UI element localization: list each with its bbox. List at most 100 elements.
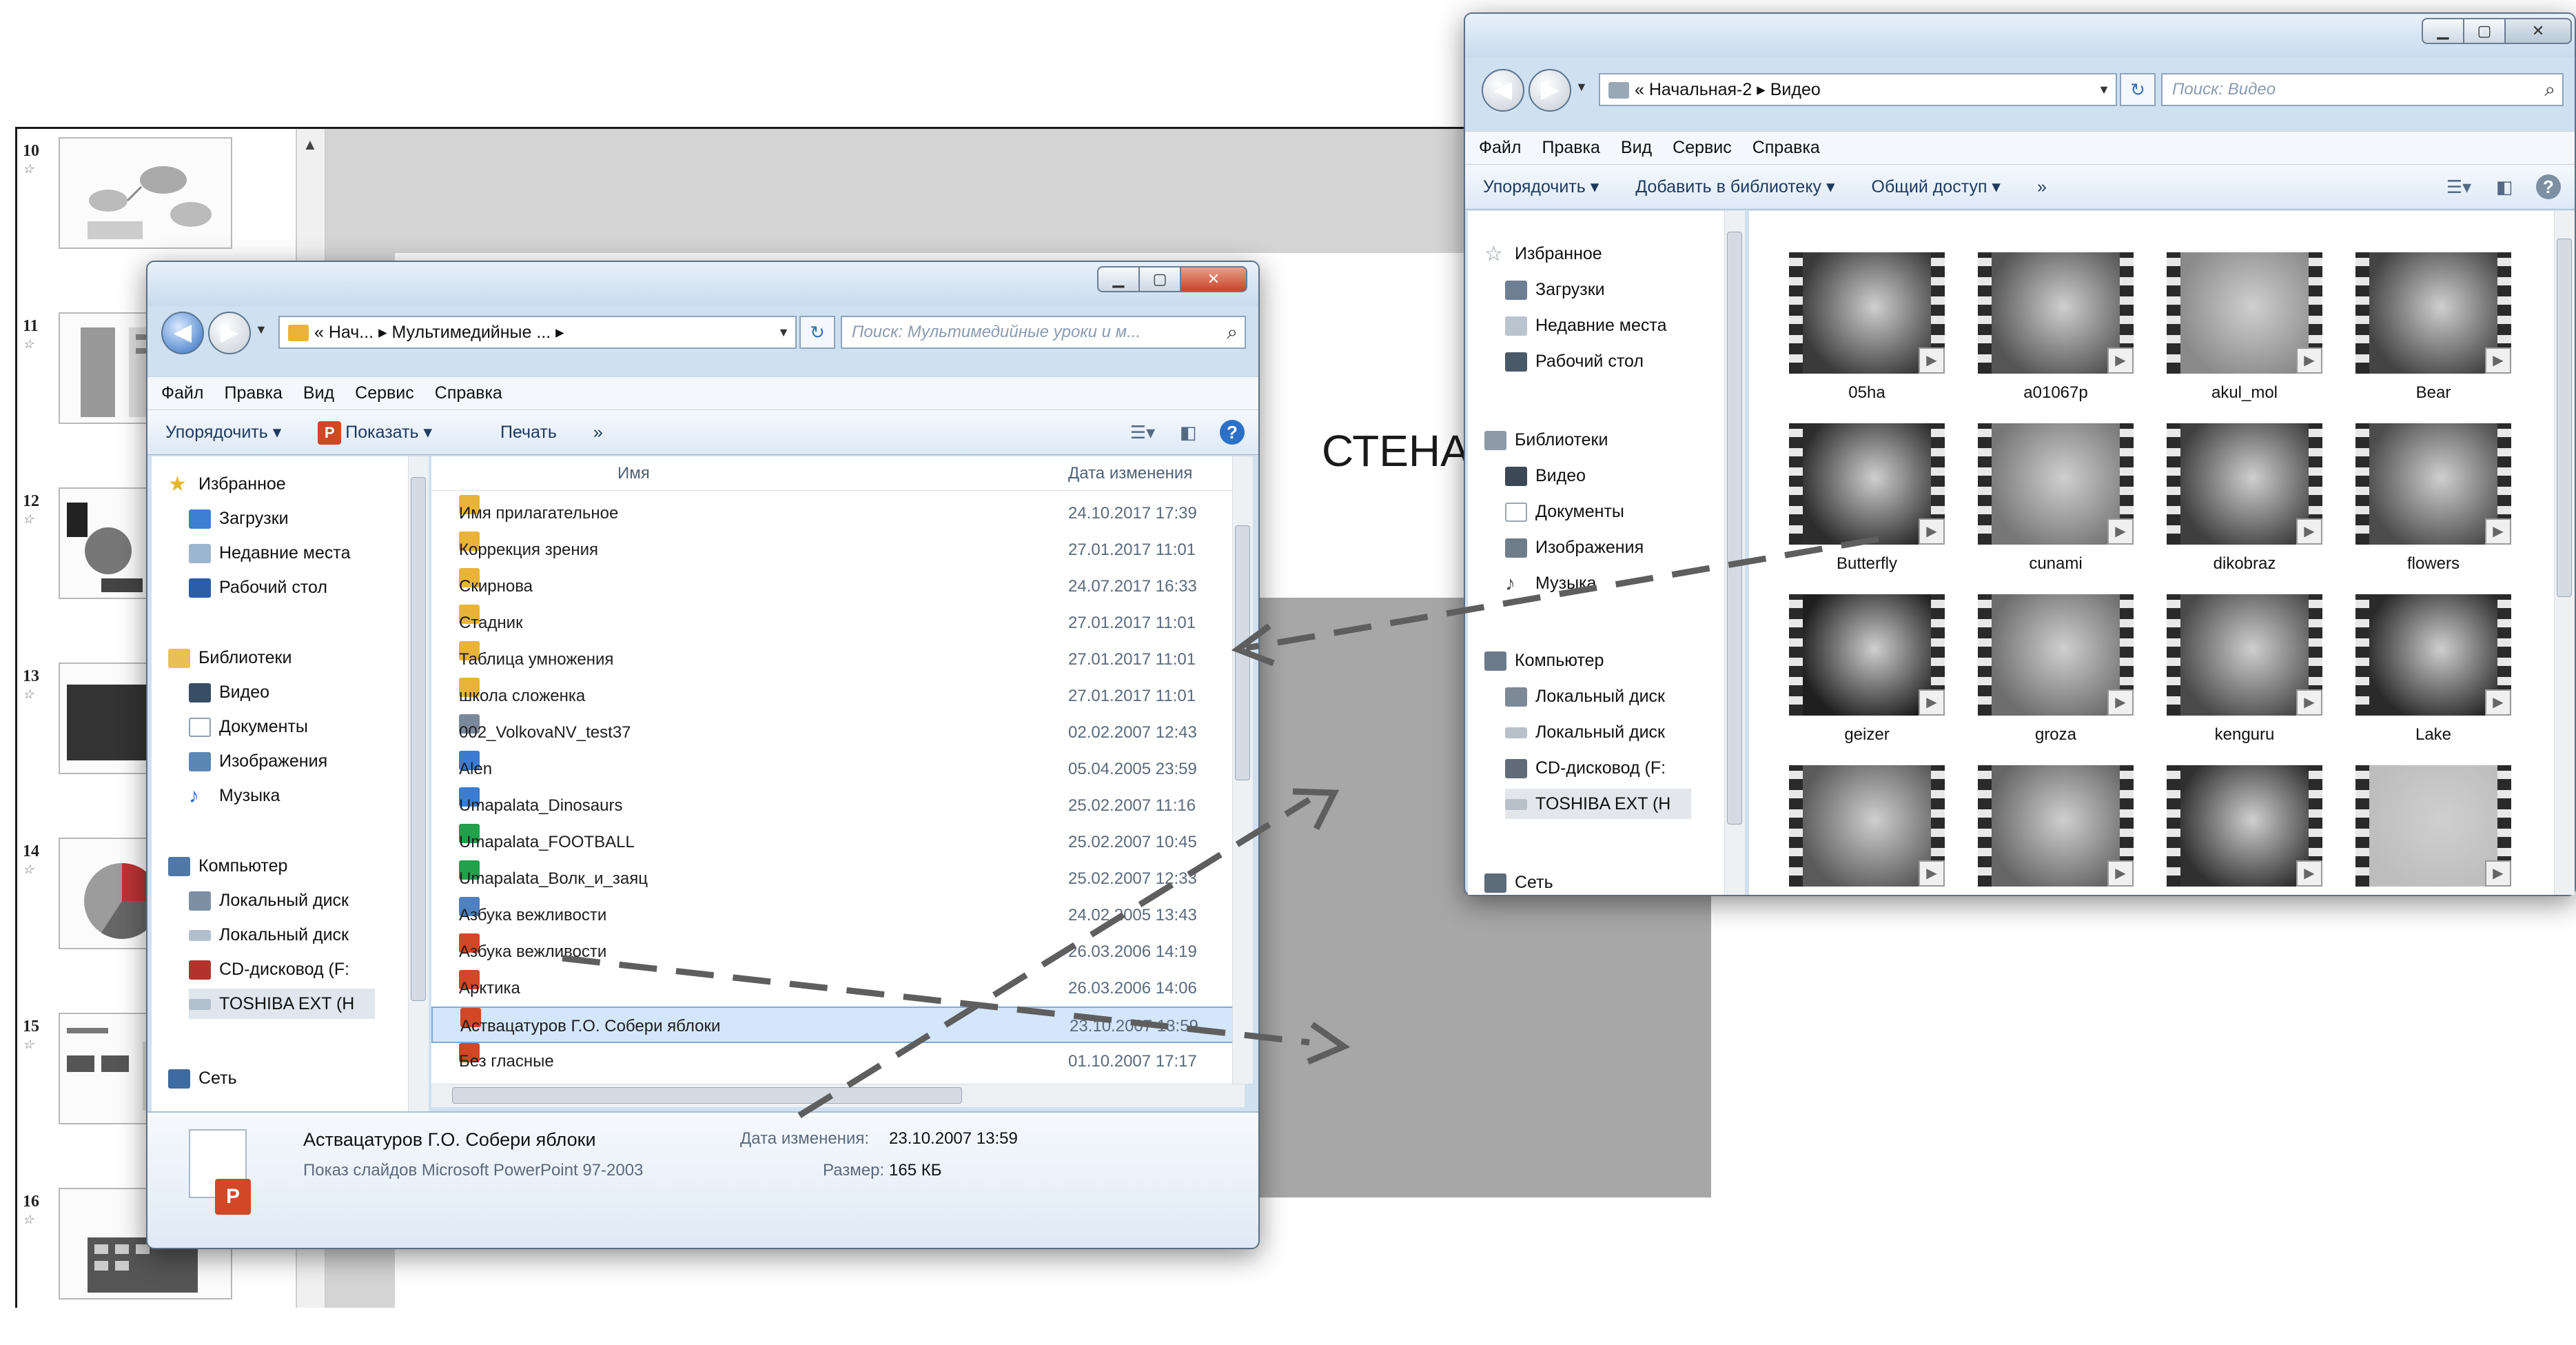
nav-pane-scrollbar[interactable] [1724, 211, 1745, 895]
video-tile[interactable]: ▶ a01067p [1978, 252, 2134, 402]
search-input[interactable]: Поиск: Мультимедийные уроки и м... ⌕ [841, 316, 1246, 349]
help-icon[interactable]: ? [2536, 174, 2561, 199]
nav-desktop[interactable]: Рабочий стол [1505, 346, 1644, 376]
menu-edit[interactable]: Правка [1542, 138, 1599, 157]
file-row[interactable]: Имя прилагательное24.10.2017 17:39Папка … [431, 495, 1245, 532]
nav-recent-places[interactable]: Недавние места [189, 538, 350, 568]
nav-video[interactable]: Видео [189, 677, 269, 707]
video-tile[interactable]: ▶ Butterfly [1789, 423, 1945, 573]
nav-music[interactable]: ♪ Музыка [189, 780, 280, 811]
nav-network[interactable]: Сеть [168, 1063, 237, 1093]
column-date[interactable]: Дата изменения [1068, 456, 1192, 491]
nav-local-disk-d[interactable]: Локальный диск [189, 920, 349, 950]
nav-local-disk-d[interactable]: Локальный диск [1505, 717, 1665, 747]
nav-video[interactable]: Видео [1505, 461, 1586, 491]
menu-tools[interactable]: Сервис [1673, 138, 1732, 157]
scrollbar-thumb[interactable] [411, 477, 426, 1001]
nav-local-disk-c[interactable]: Локальный диск [189, 885, 349, 916]
file-list-hscrollbar[interactable] [431, 1084, 1245, 1107]
nav-music[interactable]: ♪ Музыка [1505, 568, 1596, 598]
video-tile[interactable]: ▶ [1789, 765, 1945, 895]
menu-help[interactable]: Справка [435, 383, 502, 403]
view-options-icon[interactable]: ☰▾ [1129, 420, 1156, 445]
help-icon[interactable]: ? [1220, 420, 1245, 445]
nav-network[interactable]: Сеть [1484, 867, 1553, 895]
nav-cd-drive[interactable]: CD-дисковод (F: [189, 954, 349, 984]
address-bar[interactable]: « Начальная-2 ▸ Видео ▼ [1599, 73, 2117, 106]
column-name[interactable]: Имя [617, 456, 650, 491]
video-tile[interactable]: ▶ groza [1978, 594, 2134, 744]
video-tile[interactable]: ▶ Lake [2355, 594, 2511, 744]
nav-computer[interactable]: Компьютер [168, 851, 287, 881]
scroll-up-icon[interactable]: ▲ [303, 136, 318, 154]
close-button[interactable]: ✕ [2504, 18, 2572, 44]
file-row[interactable]: школа сложенка27.01.2017 11:01Папка с ф [431, 678, 1245, 714]
scrollbar-thumb[interactable] [1727, 232, 1742, 825]
nav-downloads[interactable]: Загрузки [1505, 274, 1605, 305]
video-tile[interactable]: ▶ flowers [2355, 423, 2511, 573]
video-tile[interactable]: ▶ [2167, 765, 2322, 895]
address-dropdown-icon[interactable]: ▼ [2098, 74, 2110, 105]
video-tile[interactable]: ▶ akul_mol [2167, 252, 2322, 402]
video-tile[interactable]: ▶ [1978, 765, 2134, 895]
file-list-vscrollbar[interactable] [1232, 456, 1253, 1084]
refresh-button[interactable]: ↻ [2120, 73, 2156, 106]
menu-file[interactable]: Файл [1479, 138, 1521, 157]
video-tile[interactable]: ▶ Bear [2355, 252, 2511, 402]
menu-edit[interactable]: Правка [224, 383, 282, 403]
scrollbar-thumb[interactable] [1235, 525, 1250, 780]
video-tile[interactable]: ▶ cunami [1978, 423, 2134, 573]
search-input[interactable]: Поиск: Видео ⌕ [2161, 73, 2564, 106]
title-bar[interactable]: ▁ ▢ ✕ [147, 262, 1258, 306]
nav-libraries[interactable]: Библиотеки [1484, 425, 1608, 455]
view-options-icon[interactable]: ☰▾ [2445, 174, 2473, 199]
file-row[interactable]: Арктика26.03.2006 14:06Показ сл [431, 970, 1245, 1007]
explorer-window-left[interactable]: ▁ ▢ ✕ ◀ ▶ ▼ « Нач... ▸ Мультимедийные ..… [146, 261, 1260, 1249]
video-grid-scrollbar[interactable] [2554, 211, 2575, 895]
back-button[interactable]: ◀ [161, 312, 204, 354]
close-button[interactable]: ✕ [1180, 266, 1247, 292]
file-row[interactable]: Umapalata_Dinosaurs25.02.2007 11:16Прило… [431, 787, 1245, 824]
nav-pane-scrollbar[interactable] [408, 456, 429, 1111]
nav-documents[interactable]: Документы [189, 711, 308, 742]
nav-favorites[interactable]: ☆ Избранное [1484, 239, 1602, 269]
nav-cd-drive[interactable]: CD-дисковод (F: [1505, 753, 1666, 783]
title-bar[interactable]: ▁ ▢ ✕ [1465, 14, 2575, 58]
add-to-library-button[interactable]: Добавить в библиотеку ▾ [1635, 177, 1834, 196]
nav-pictures[interactable]: Изображения [1505, 532, 1644, 563]
video-tile[interactable]: ▶ 05ha [1789, 252, 1945, 402]
menu-file[interactable]: Файл [161, 383, 203, 403]
video-tile[interactable]: ▶ [2355, 765, 2511, 895]
nav-external-drive[interactable]: TOSHIBA EXT (H [1505, 789, 1692, 819]
print-button[interactable]: Печать [500, 423, 557, 442]
nav-favorites[interactable]: ★ Избранное [168, 469, 286, 499]
maximize-button[interactable]: ▢ [2463, 18, 2506, 44]
file-row[interactable]: Азбука вежливости26.03.2006 14:19Показ с… [431, 933, 1245, 970]
maximize-button[interactable]: ▢ [1138, 266, 1181, 292]
menu-view[interactable]: Вид [303, 383, 334, 403]
nav-computer[interactable]: Компьютер [1484, 645, 1604, 676]
minimize-button[interactable]: ▁ [1097, 266, 1140, 292]
file-row[interactable]: Азбука вежливости24.02.2005 13:43Докумен [431, 897, 1245, 933]
file-row[interactable]: Стадник27.01.2017 11:01Папка с ф [431, 605, 1245, 641]
file-row[interactable]: Umapalata_Волк_и_заяц25.02.2007 12:33При… [431, 860, 1245, 897]
address-dropdown-icon[interactable]: ▼ [777, 317, 790, 347]
menu-view[interactable]: Вид [1621, 138, 1652, 157]
menu-tools[interactable]: Сервис [355, 383, 414, 403]
explorer-window-right[interactable]: ▁ ▢ ✕ ◀ ▶ ▼ « Начальная-2 ▸ Видео ▼ ↻ По… [1464, 12, 2576, 896]
preview-pane-icon[interactable]: ◧ [2491, 174, 2518, 199]
video-tile[interactable]: ▶ dikobraz [2167, 423, 2322, 573]
more-commands-button[interactable]: » [593, 423, 603, 442]
minimize-button[interactable]: ▁ [2422, 18, 2464, 44]
back-button[interactable]: ◀ [1482, 69, 1524, 112]
nav-desktop[interactable]: Рабочий стол [189, 572, 327, 603]
scrollbar-thumb[interactable] [2557, 239, 2572, 597]
file-row[interactable]: Alen05.04.2005 23:59Приложе [431, 751, 1245, 787]
nav-external-drive[interactable]: TOSHIBA EXT (H [189, 989, 376, 1019]
organize-button[interactable]: Упорядочить ▾ [1483, 177, 1599, 196]
video-tile[interactable]: ▶ kenguru [2167, 594, 2322, 744]
nav-documents[interactable]: Документы [1505, 496, 1624, 527]
video-tile[interactable]: ▶ geizer [1789, 594, 1945, 744]
share-button[interactable]: Общий доступ ▾ [1872, 177, 2001, 196]
forward-button[interactable]: ▶ [1529, 69, 1571, 112]
